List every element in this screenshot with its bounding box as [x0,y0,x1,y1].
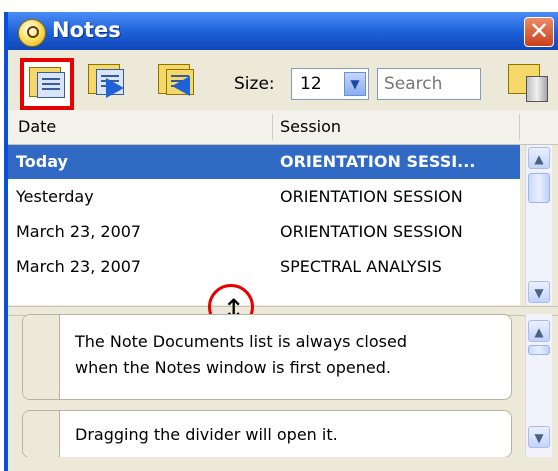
note-card[interactable]: Dragging the divider will open it. [22,410,512,458]
font-size-select[interactable]: 12 ▼ [291,68,369,100]
chevron-down-icon[interactable]: ▼ [344,72,366,96]
size-label: Size: [234,74,275,94]
scroll-up-icon[interactable]: ▲ [528,320,550,342]
title-bar[interactable]: Notes ✕ [8,12,558,50]
note-text-line: when the Notes window is first opened. [75,358,391,377]
window-footer [8,457,558,471]
column-header-date[interactable]: Date [18,117,56,136]
note-card[interactable]: The Note Documents list is always closed… [22,314,512,400]
column-header-session[interactable]: Session [280,117,341,136]
note-card-tab[interactable] [23,411,60,457]
list-scrollbar[interactable]: ▲ ▼ [525,145,552,305]
row-date: Yesterday [16,187,94,206]
delete-note-button[interactable] [508,64,552,102]
column-divider[interactable] [272,114,273,140]
notes-pane: The Note Documents list is always closed… [22,314,512,471]
table-row[interactable]: Today ORIENTATION SESSI... [8,145,520,179]
table-row[interactable]: Yesterday ORIENTATION SESSION [8,180,520,214]
note-text-line: Dragging the divider will open it. [75,425,338,444]
notes-window: Notes ✕ Size: 12 ▼ Search Date Session T… [4,12,558,471]
table-row[interactable]: March 23, 2007 SPECTRAL ANALYSIS [8,250,520,284]
arrow-left-icon [172,76,190,96]
search-input[interactable] [377,68,481,100]
row-date: Today [16,152,68,171]
row-date: March 23, 2007 [16,222,142,241]
import-document-icon [158,64,196,96]
scroll-thumb[interactable] [528,173,550,203]
row-date: March 23, 2007 [16,257,142,276]
notes-app-icon [18,19,46,47]
row-session: SPECTRAL ANALYSIS [280,257,442,276]
row-session: ORIENTATION SESSI... [280,152,476,171]
trash-icon [526,76,548,102]
note-text-line: The Note Documents list is always closed [75,332,407,351]
arrow-right-icon [106,78,124,98]
notes-table-header: Date Session [8,110,558,145]
scroll-down-icon[interactable]: ▼ [528,426,550,448]
row-session: ORIENTATION SESSION [280,222,463,241]
export-note-button[interactable] [88,62,132,102]
close-button[interactable]: ✕ [524,17,554,47]
row-session: ORIENTATION SESSION [280,187,463,206]
table-row[interactable]: March 23, 2007 ORIENTATION SESSION [8,215,520,249]
notes-documents-icon [29,67,67,99]
scroll-down-icon[interactable]: ▼ [528,281,550,303]
document-front-icon [37,72,65,98]
note-card-tab[interactable] [23,315,60,399]
font-size-value: 12 [300,74,322,94]
toolbar: Size: 12 ▼ [8,50,558,110]
window-title: Notes [52,18,121,42]
import-note-button[interactable] [158,62,202,102]
notes-list-view-button[interactable] [20,58,74,110]
notes-scrollbar[interactable]: ▲ ▼ [525,314,552,471]
scroll-thumb[interactable] [528,345,550,355]
scroll-up-icon[interactable]: ▲ [528,147,550,169]
column-divider[interactable] [519,114,520,140]
note-documents-list: Today ORIENTATION SESSI... Yesterday ORI… [8,145,520,305]
export-document-icon [88,64,126,98]
